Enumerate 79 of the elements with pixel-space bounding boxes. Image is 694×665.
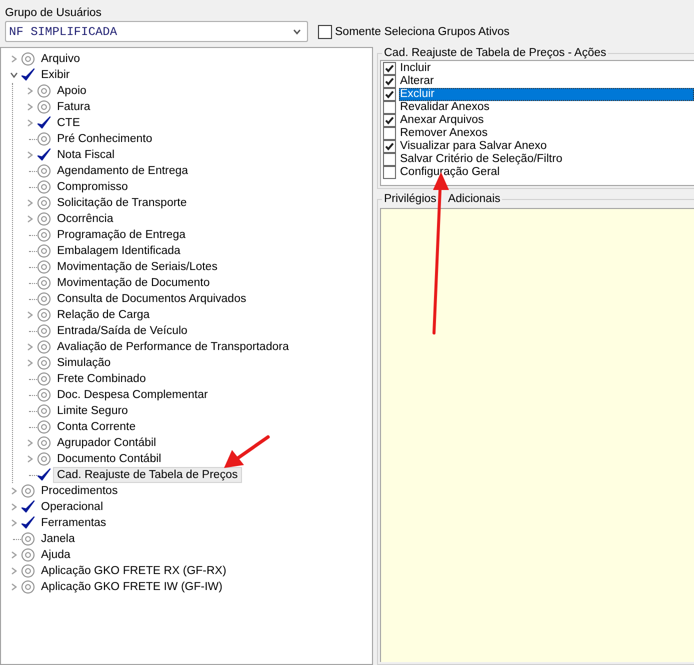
tree-item[interactable]: Embalagem Identificada (53, 243, 184, 259)
field-label: Grupo de Usuários (5, 6, 102, 20)
expand-chevron-icon[interactable] (26, 439, 34, 447)
expand-chevron-icon[interactable] (10, 487, 18, 495)
checkbox[interactable] (318, 24, 332, 38)
tree-item[interactable]: Procedimentos (37, 483, 122, 499)
tree-item[interactable]: Movimentação de Documento (53, 275, 214, 291)
tree-item[interactable]: Programação de Entrega (53, 227, 190, 243)
tree-item[interactable]: Simulação (53, 355, 115, 371)
tree-item[interactable]: Consulta de Documentos Arquivados (53, 291, 250, 307)
expand-chevron-icon[interactable] (10, 503, 18, 511)
expand-chevron-icon[interactable] (26, 455, 34, 463)
tree-item[interactable]: Conta Corrente (53, 419, 140, 435)
expand-chevron-icon[interactable] (26, 215, 34, 223)
expand-chevron-icon[interactable] (26, 87, 34, 95)
tree-item[interactable]: Aplicação GKO FRETE IW (GF-IW) (37, 579, 226, 595)
expand-chevron-icon[interactable] (26, 103, 34, 111)
expand-chevron-icon[interactable] (26, 199, 34, 207)
tree-item[interactable]: Apoio (53, 83, 90, 99)
expand-chevron-icon[interactable] (26, 359, 34, 367)
action-item[interactable]: Anexar Arquivos (399, 114, 694, 127)
checkbox-label: Somente Seleciona Grupos Ativos (335, 26, 510, 38)
expand-chevron-icon[interactable] (26, 119, 34, 127)
tree-item[interactable]: Compromisso (53, 179, 132, 195)
checkbox[interactable] (383, 127, 396, 140)
tree-item[interactable]: Exibir (37, 67, 74, 83)
checkbox[interactable] (383, 153, 396, 166)
annotation-arrow (224, 435, 270, 468)
tree-item[interactable]: Fatura (53, 99, 94, 115)
group-title: Privilégios Adicionais (383, 193, 502, 206)
checkbox[interactable] (383, 114, 396, 127)
tree-item[interactable]: CTE (53, 115, 84, 131)
tree-item[interactable]: Ocorrência (53, 211, 118, 227)
tree-item[interactable]: Janela (37, 531, 79, 547)
tree-item[interactable]: Agendamento de Entrega (53, 163, 192, 179)
tree-item[interactable]: Nota Fiscal (53, 147, 119, 163)
action-item[interactable]: Excluir (399, 88, 694, 101)
tree-item[interactable]: Ajuda (37, 547, 74, 563)
dropdown-caret-icon (293, 28, 301, 34)
collapse-chevron-icon[interactable] (10, 71, 18, 79)
expand-chevron-icon[interactable] (10, 583, 18, 591)
tree-item[interactable]: Solicitação de Transporte (53, 195, 191, 211)
expand-chevron-icon[interactable] (26, 311, 34, 319)
tree-item[interactable]: Arquivo (37, 51, 84, 67)
tree-item[interactable]: Documento Contábil (53, 451, 166, 467)
tree-item[interactable]: Ferramentas (37, 515, 110, 531)
tree-item[interactable]: Movimentação de Seriais/Lotes (53, 259, 222, 275)
expand-chevron-icon[interactable] (26, 151, 34, 159)
action-item[interactable]: Alterar (399, 75, 694, 88)
tree-item[interactable]: Entrada/Saída de Veículo (53, 323, 192, 339)
tree-item[interactable]: Avaliação de Performance de Transportadora (53, 339, 293, 355)
action-item[interactable]: Incluir (399, 62, 694, 75)
tree-item[interactable]: Relação de Carga (53, 307, 154, 323)
action-item[interactable]: Configuração Geral (399, 166, 694, 179)
checkbox[interactable] (383, 101, 396, 114)
group-title: Cad. Reajuste de Tabela de Preços - Ações (383, 47, 608, 60)
checkbox[interactable] (383, 88, 396, 101)
tree-item[interactable]: Limite Seguro (53, 403, 132, 419)
tree-item[interactable]: Pré Conhecimento (53, 131, 156, 147)
checkbox[interactable] (383, 140, 396, 153)
checkbox[interactable] (383, 75, 396, 88)
tree-item[interactable]: Agrupador Contábil (53, 435, 160, 451)
action-item[interactable]: Revalidar Anexos (399, 101, 694, 114)
action-item[interactable]: Salvar Critério de Seleção/Filtro (399, 153, 694, 166)
expand-chevron-icon[interactable] (10, 567, 18, 575)
tree-item[interactable]: Operacional (37, 499, 108, 515)
checkbox[interactable] (383, 166, 396, 179)
group-dropdown[interactable]: NF SIMPLIFICADA (5, 21, 308, 42)
tree-item[interactable]: Doc. Despesa Complementar (53, 387, 212, 403)
expand-chevron-icon[interactable] (10, 551, 18, 559)
tree-item[interactable]: Frete Combinado (53, 371, 150, 387)
tree-item[interactable]: Cad. Reajuste de Tabela de Preços (53, 467, 242, 483)
expand-chevron-icon[interactable] (10, 519, 18, 527)
action-item[interactable]: Remover Anexos (399, 127, 694, 140)
tree-item[interactable]: Aplicação GKO FRETE RX (GF-RX) (37, 563, 230, 579)
checkbox[interactable] (383, 62, 396, 75)
action-item[interactable]: Visualizar para Salvar Anexo (399, 140, 694, 153)
expand-chevron-icon[interactable] (10, 55, 18, 63)
expand-chevron-icon[interactable] (26, 343, 34, 351)
